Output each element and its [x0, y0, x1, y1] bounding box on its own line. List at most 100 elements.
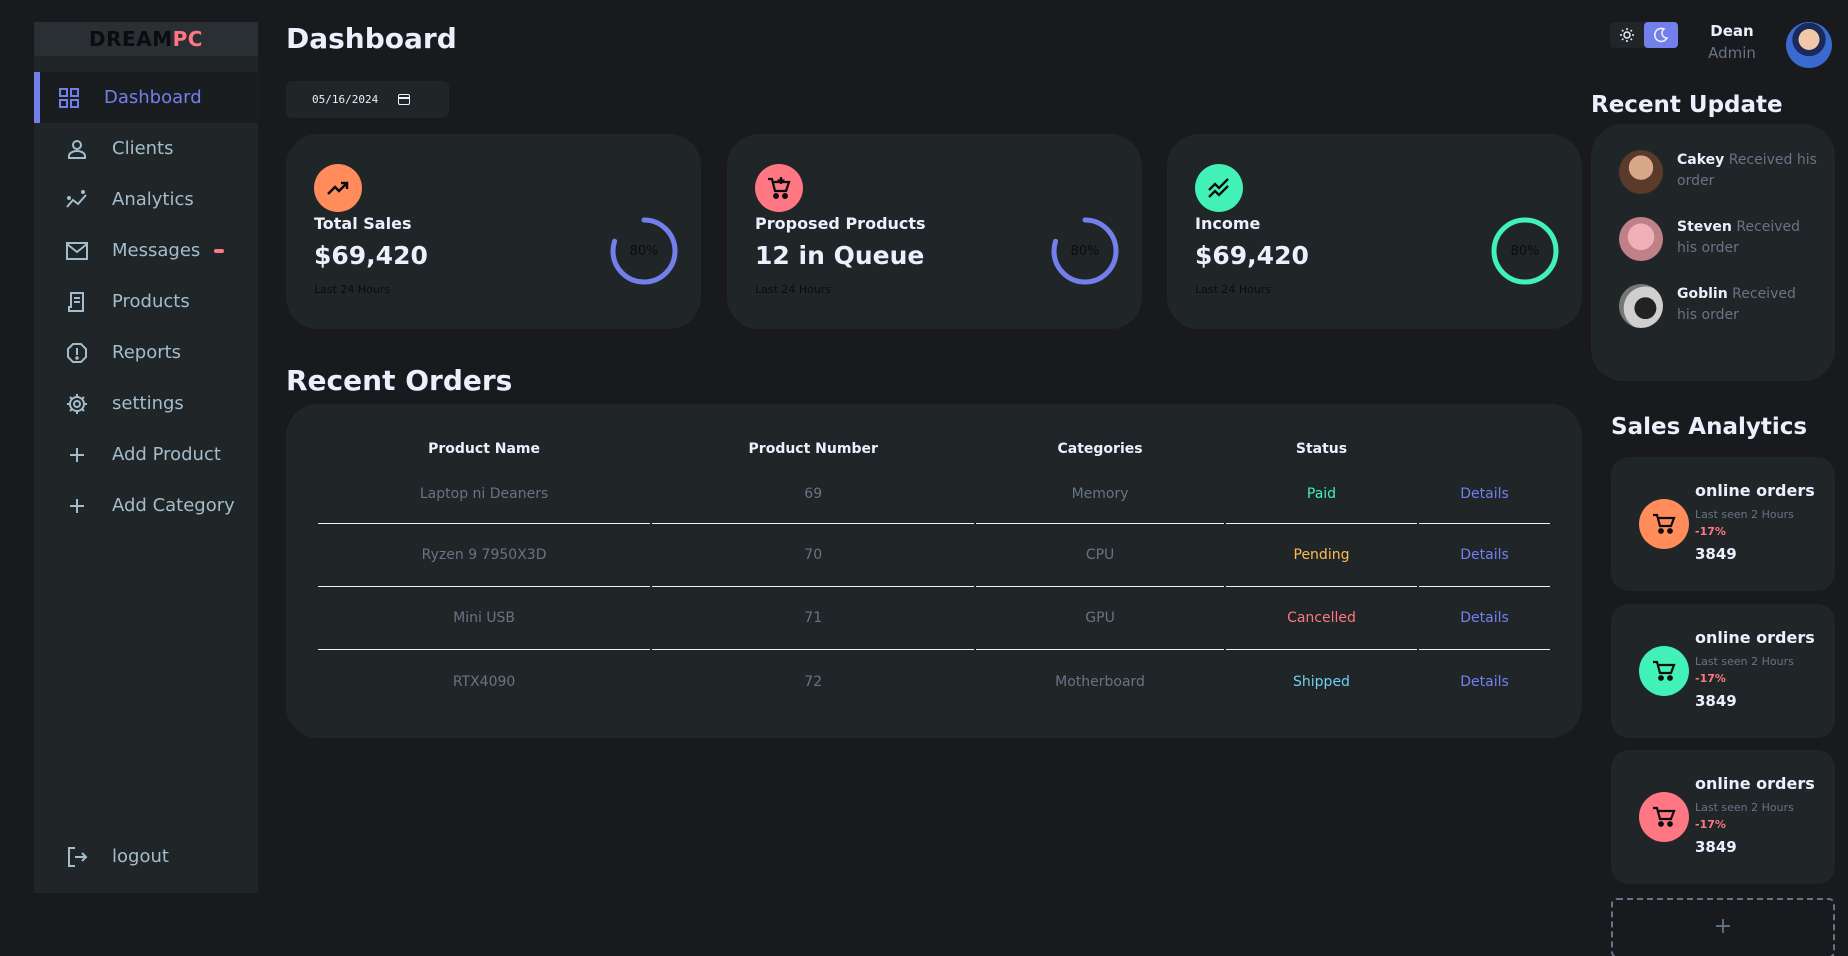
card-subtitle: Last 24 Hours	[1195, 283, 1272, 296]
order-status: Pending	[1225, 524, 1418, 587]
sidebar-item-clients[interactable]: Clients	[34, 123, 258, 174]
sidebar-item-label: Reports	[112, 342, 182, 363]
stocks-icon	[1195, 164, 1243, 212]
progress-percent: 80%	[1070, 243, 1100, 259]
logo[interactable]: DREAM PC	[34, 22, 258, 56]
progress-percent: 80%	[629, 243, 659, 259]
message-count-badge: •	[214, 248, 225, 253]
product-number: 69	[652, 464, 975, 524]
recent-update-title: Recent Update	[1591, 92, 1783, 118]
analytics-value: 3849	[1695, 545, 1737, 563]
product-category: Memory	[976, 464, 1224, 524]
update-item: Goblin Received his order	[1619, 284, 1819, 330]
cart-icon	[1639, 646, 1689, 696]
sidebar-item-dashboard[interactable]: Dashboard	[34, 72, 258, 123]
product-name: Laptop ni Deaners	[318, 464, 651, 524]
grid-icon	[54, 83, 84, 113]
plus-icon	[62, 440, 92, 470]
mail-icon	[62, 236, 92, 266]
analytics-value: 3849	[1695, 838, 1737, 856]
column-header: Categories	[1057, 441, 1143, 457]
sidebar-item-add-category[interactable]: Add Category	[34, 480, 258, 531]
order-status: Cancelled	[1225, 587, 1418, 650]
product-number: 70	[652, 524, 975, 587]
avatar[interactable]	[1786, 22, 1832, 68]
calendar-icon[interactable]	[398, 94, 411, 105]
details-link[interactable]: Details	[1419, 464, 1550, 524]
sidebar-item-messages[interactable]: Messages •	[34, 225, 258, 276]
date-value: 05/16/2024	[312, 93, 379, 106]
sidebar-item-label: settings	[112, 393, 184, 414]
sidebar: DREAM PC Dashboard Clients Analytics Mess…	[34, 22, 258, 893]
product-name: RTX4090	[452, 673, 516, 690]
profile-role: Admin	[1708, 44, 1756, 62]
analytics-card: online orders Last seen 2 Hours -17% 384…	[1611, 604, 1835, 738]
details-link[interactable]: Details	[1419, 650, 1550, 713]
card-value: $69,420	[1195, 241, 1309, 270]
sidebar-item-label: Analytics	[112, 189, 194, 210]
card-label: Proposed Products	[755, 214, 926, 233]
sidebar-nav: Dashboard Clients Analytics Messages •	[34, 72, 258, 892]
table-row: Ryzen 9 7950X3D 70 CPU Pending Details	[318, 524, 1550, 587]
cart-icon	[1639, 499, 1689, 549]
logout-icon	[62, 842, 92, 872]
update-name: Cakey	[1677, 152, 1725, 168]
update-item: Steven Received his order	[1619, 217, 1819, 263]
sidebar-item-label: Messages	[112, 240, 201, 261]
cart-icon	[1639, 792, 1689, 842]
table-row: Mini USB 71 GPU Cancelled Details	[318, 587, 1550, 650]
product-category: CPU	[976, 524, 1224, 587]
update-name: Steven	[1677, 219, 1732, 235]
card-income: Income $69,420 Last 24 Hours 80%	[1167, 134, 1582, 329]
recent-update-panel: Cakey Received his order Steven Received…	[1591, 124, 1835, 381]
card-label: Total Sales	[314, 214, 412, 233]
card-value: 12 in Queue	[755, 241, 925, 270]
logout-button[interactable]: logout	[34, 831, 258, 882]
moon-icon[interactable]	[1644, 22, 1678, 48]
sidebar-item-reports[interactable]: Reports	[34, 327, 258, 378]
analytics-change: -17%	[1695, 525, 1726, 538]
analytics-subtitle: Last seen 2 Hours	[1695, 508, 1794, 521]
orders-table: Product Name Product Number Categories S…	[316, 434, 1552, 713]
add-analytics-button[interactable]: +	[1611, 898, 1835, 956]
details-link[interactable]: Details	[1419, 587, 1550, 650]
date-input[interactable]: 05/16/2024	[286, 81, 449, 118]
analytics-change: -17%	[1695, 672, 1726, 685]
card-subtitle: Last 24 Hours	[755, 283, 832, 296]
plus-icon	[62, 491, 92, 521]
insights-icon	[62, 185, 92, 215]
gear-icon	[62, 389, 92, 419]
logout-label: logout	[112, 846, 169, 867]
update-text: Steven Received his order	[1677, 217, 1817, 259]
recent-orders-title: Recent Orders	[286, 364, 513, 397]
card-label: Income	[1195, 214, 1261, 233]
analytics-change: -17%	[1695, 818, 1726, 831]
sidebar-item-analytics[interactable]: Analytics	[34, 174, 258, 225]
analytics-value: 3849	[1695, 692, 1737, 710]
analytics-title: online orders	[1695, 628, 1815, 647]
analytics-title: online orders	[1695, 481, 1815, 500]
column-header: Product Number	[748, 441, 878, 457]
update-name: Goblin	[1677, 286, 1728, 302]
order-status: Paid	[1225, 464, 1418, 524]
theme-toggle[interactable]	[1610, 22, 1678, 48]
report-icon	[62, 338, 92, 368]
sidebar-item-add-product[interactable]: Add Product	[34, 429, 258, 480]
card-subtitle: Last 24 Hours	[314, 283, 391, 296]
table-row: RTX4090 72 Motherboard Shipped Details	[318, 650, 1550, 713]
sidebar-item-products[interactable]: Products	[34, 276, 258, 327]
sun-icon[interactable]	[1610, 22, 1644, 48]
logo-part-dream: DREAM	[89, 27, 173, 51]
sidebar-item-label: Add Product	[112, 444, 221, 465]
update-item: Cakey Received his order	[1619, 150, 1819, 196]
column-header	[1419, 434, 1550, 464]
product-name: Ryzen 9 7950X3D	[318, 524, 651, 587]
product-number: 72	[804, 673, 823, 690]
analytics-title: online orders	[1695, 774, 1815, 793]
sidebar-item-settings[interactable]: settings	[34, 378, 258, 429]
details-link[interactable]: Details	[1419, 524, 1550, 587]
trending-up-icon	[314, 164, 362, 212]
column-header: Product Name	[428, 441, 541, 457]
card-total-sales: Total Sales $69,420 Last 24 Hours 80%	[286, 134, 701, 329]
product-name: Mini USB	[318, 587, 651, 650]
